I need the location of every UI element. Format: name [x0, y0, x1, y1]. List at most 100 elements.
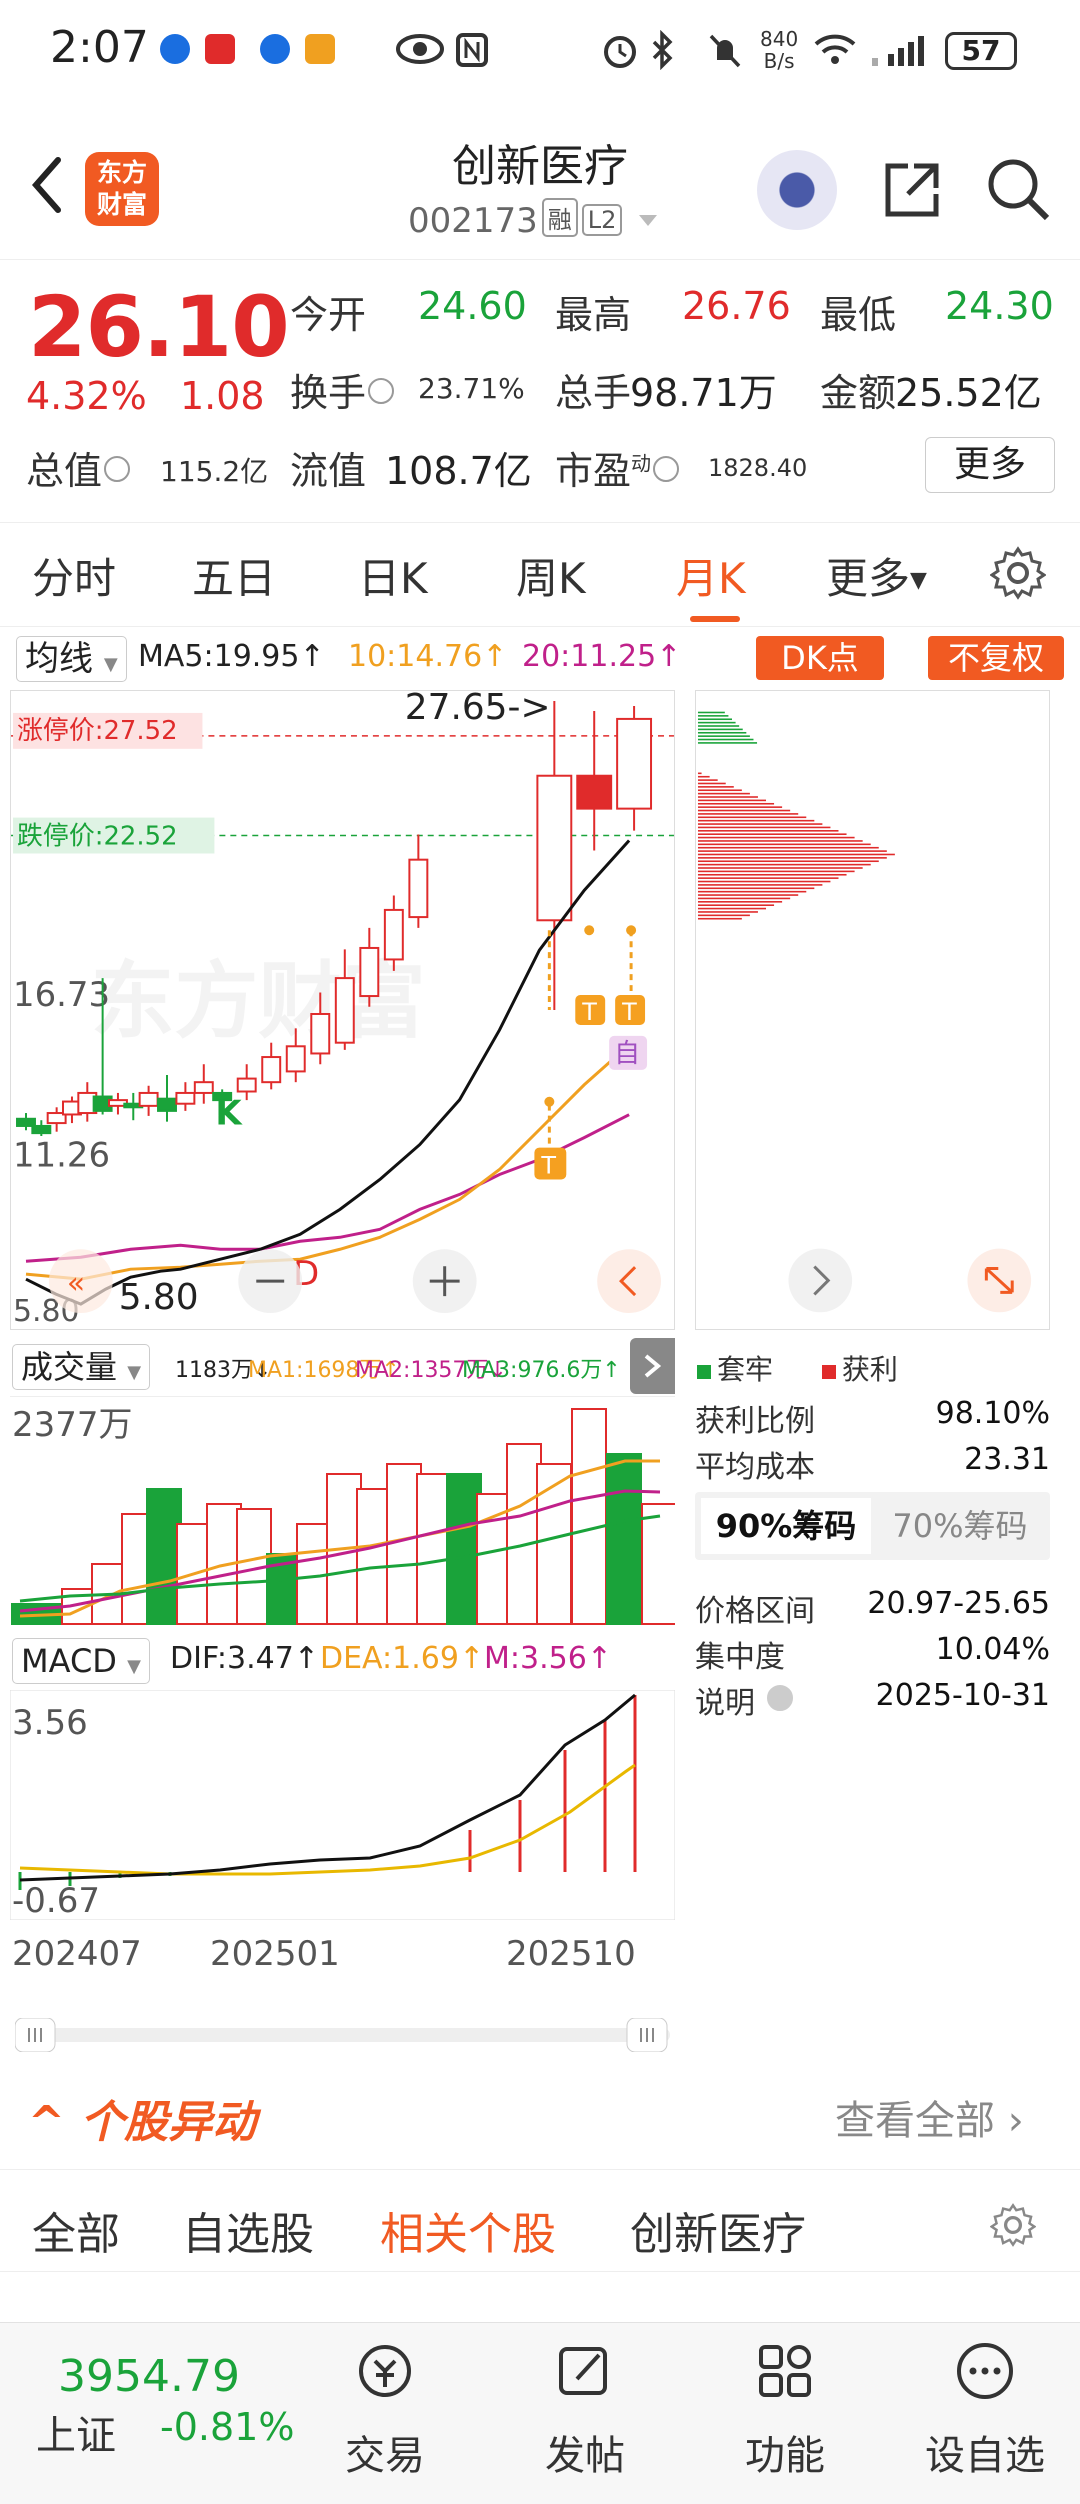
functions-button[interactable]: 功能	[705, 2323, 865, 2504]
chip-bar	[697, 728, 743, 731]
x-axis-label: 202407	[12, 1934, 142, 1974]
stock-code-row[interactable]: 002173 融 L2	[408, 198, 659, 241]
t-tag-label: T	[581, 998, 597, 1026]
volume-bar	[476, 1493, 512, 1625]
chip-bar	[697, 809, 791, 812]
low-label: 最低	[820, 293, 897, 337]
settings-gear-icon[interactable]	[990, 2202, 1036, 2248]
chip-distribution-chart[interactable]	[695, 690, 1050, 1330]
chip-bar	[697, 802, 775, 805]
market-cap-label[interactable]: 总值	[26, 440, 131, 495]
index-name: 上证	[36, 2413, 116, 2459]
tab-chip-70[interactable]: 70%筹码	[875, 1498, 1045, 1554]
no-adjust-button[interactable]: 不复权	[928, 636, 1064, 680]
app-notification-icon	[260, 34, 290, 64]
chip-bar	[697, 907, 767, 910]
info-icon	[368, 378, 395, 404]
grid-icon	[759, 2345, 811, 2397]
index-value: 3954.79	[58, 2351, 240, 2402]
chip-bar	[697, 830, 839, 832]
candles-group	[16, 700, 653, 1137]
tab-daily-k[interactable]: 日K	[358, 545, 428, 606]
tab-related-stocks[interactable]: 相关个股	[380, 2198, 556, 2262]
volume-chart[interactable]: 2377万	[10, 1396, 675, 1626]
chip-bar	[697, 904, 775, 906]
chip-bar	[697, 870, 855, 873]
limit-down-label: 跌停价:22.52	[17, 822, 178, 852]
float-cap-value: 108.7亿	[385, 449, 532, 493]
chip-bar	[697, 840, 863, 842]
change-percent: 4.32%	[26, 374, 147, 418]
back-arrow-icon[interactable]	[22, 150, 72, 220]
volume-bar	[536, 1463, 572, 1625]
chip-bar	[697, 792, 750, 795]
expand-panel-button[interactable]	[630, 1338, 675, 1394]
turnover-label[interactable]: 换手	[290, 362, 395, 417]
tab-more[interactable]: 更多▼	[826, 545, 927, 606]
indicator-selector[interactable]: 均线 ▼	[16, 636, 127, 682]
volume-bar	[641, 1503, 675, 1625]
last-price: 26.10	[28, 278, 290, 376]
add-watchlist-button[interactable]: 设自选	[905, 2323, 1065, 2504]
chip-bar	[697, 786, 734, 788]
t-tag-label: T	[621, 998, 637, 1026]
search-icon[interactable]	[985, 156, 1051, 222]
share-icon[interactable]	[880, 158, 944, 222]
chip-next-button[interactable]	[788, 1248, 853, 1313]
candle-body	[285, 1045, 306, 1073]
chip-bar	[697, 894, 799, 896]
quote-panel: 26.10 4.32% 1.08 今开 24.60 最高 26.76 最低 24…	[0, 262, 1080, 517]
limit-up-label: 涨停价:27.52	[17, 716, 178, 746]
macd-dif: DIF:3.47↑	[170, 1641, 319, 1676]
view-all-link[interactable]: 查看全部 ›	[835, 2088, 1024, 2146]
candle-body	[175, 1091, 196, 1105]
scroll-left-button[interactable]	[597, 1249, 662, 1314]
tab-weekly-k[interactable]: 周K	[516, 545, 586, 606]
volume-max-label: 2377万	[12, 1405, 133, 1445]
macd-chart[interactable]: 3.56 -0.67	[10, 1690, 675, 1920]
index-widget[interactable]: 3954.79 上证 -0.81%	[0, 2323, 310, 2504]
tab-all[interactable]: 全部	[32, 2198, 120, 2262]
candle-body	[576, 774, 613, 810]
wifi-icon	[814, 34, 856, 64]
candle-body	[31, 1124, 52, 1135]
macd-indicator-selector[interactable]: MACD ▼	[12, 1638, 150, 1684]
chip-bar	[697, 863, 871, 866]
chip-legend: 套牢 获利	[695, 1348, 1050, 1388]
chip-bar	[697, 775, 710, 778]
t-marker-dot	[584, 925, 595, 936]
chip-bar	[697, 833, 847, 835]
tab-five-day[interactable]: 五日	[192, 545, 276, 606]
chip-bar	[697, 867, 863, 869]
more-quote-button[interactable]: 更多	[925, 437, 1055, 493]
tab-intraday[interactable]: 分时	[32, 545, 116, 606]
tab-this-stock[interactable]: 创新医疗	[630, 2198, 806, 2262]
volume-indicator-selector[interactable]: 成交量 ▼	[12, 1344, 151, 1390]
turnover-value: 23.71%	[418, 372, 525, 405]
tab-watchlist[interactable]: 自选股	[182, 2198, 314, 2262]
chip-bar	[697, 731, 747, 734]
info-icon[interactable]	[766, 1685, 793, 1711]
app-logo[interactable]: 东方 财富	[85, 152, 159, 226]
high-value: 26.76	[682, 284, 791, 328]
legend-swatch-trapped	[697, 1365, 711, 1379]
settings-gear-icon[interactable]	[990, 545, 1046, 601]
chip-bar	[697, 806, 783, 808]
post-button[interactable]: 发帖	[505, 2323, 665, 2504]
pe-label[interactable]: 市盈动	[555, 440, 680, 495]
tab-monthly-k[interactable]: 月K	[676, 545, 746, 606]
tab-chip-90[interactable]: 90%筹码	[701, 1498, 871, 1554]
chart-range-scroller[interactable]	[15, 2018, 670, 2052]
note-row: 说明 2025-10-31	[695, 1678, 1050, 1721]
monthly-kline-chart[interactable]: 东方财富 涨停价:27.52 跌停价:22.52 16.73 11.26 5.8…	[10, 690, 675, 1330]
chip-bar	[697, 772, 702, 775]
app-notification-icon	[305, 34, 335, 64]
trade-button[interactable]: 交易	[305, 2323, 465, 2504]
chip-bar	[697, 887, 815, 890]
concentration-row: 集中度 10.04%	[695, 1632, 1050, 1675]
high-label: 最高	[555, 293, 632, 337]
dif-line	[19, 1693, 636, 1882]
ai-assistant-icon[interactable]	[757, 150, 837, 230]
dk-point-button[interactable]: DK点	[756, 636, 884, 680]
candle-body	[236, 1077, 257, 1093]
